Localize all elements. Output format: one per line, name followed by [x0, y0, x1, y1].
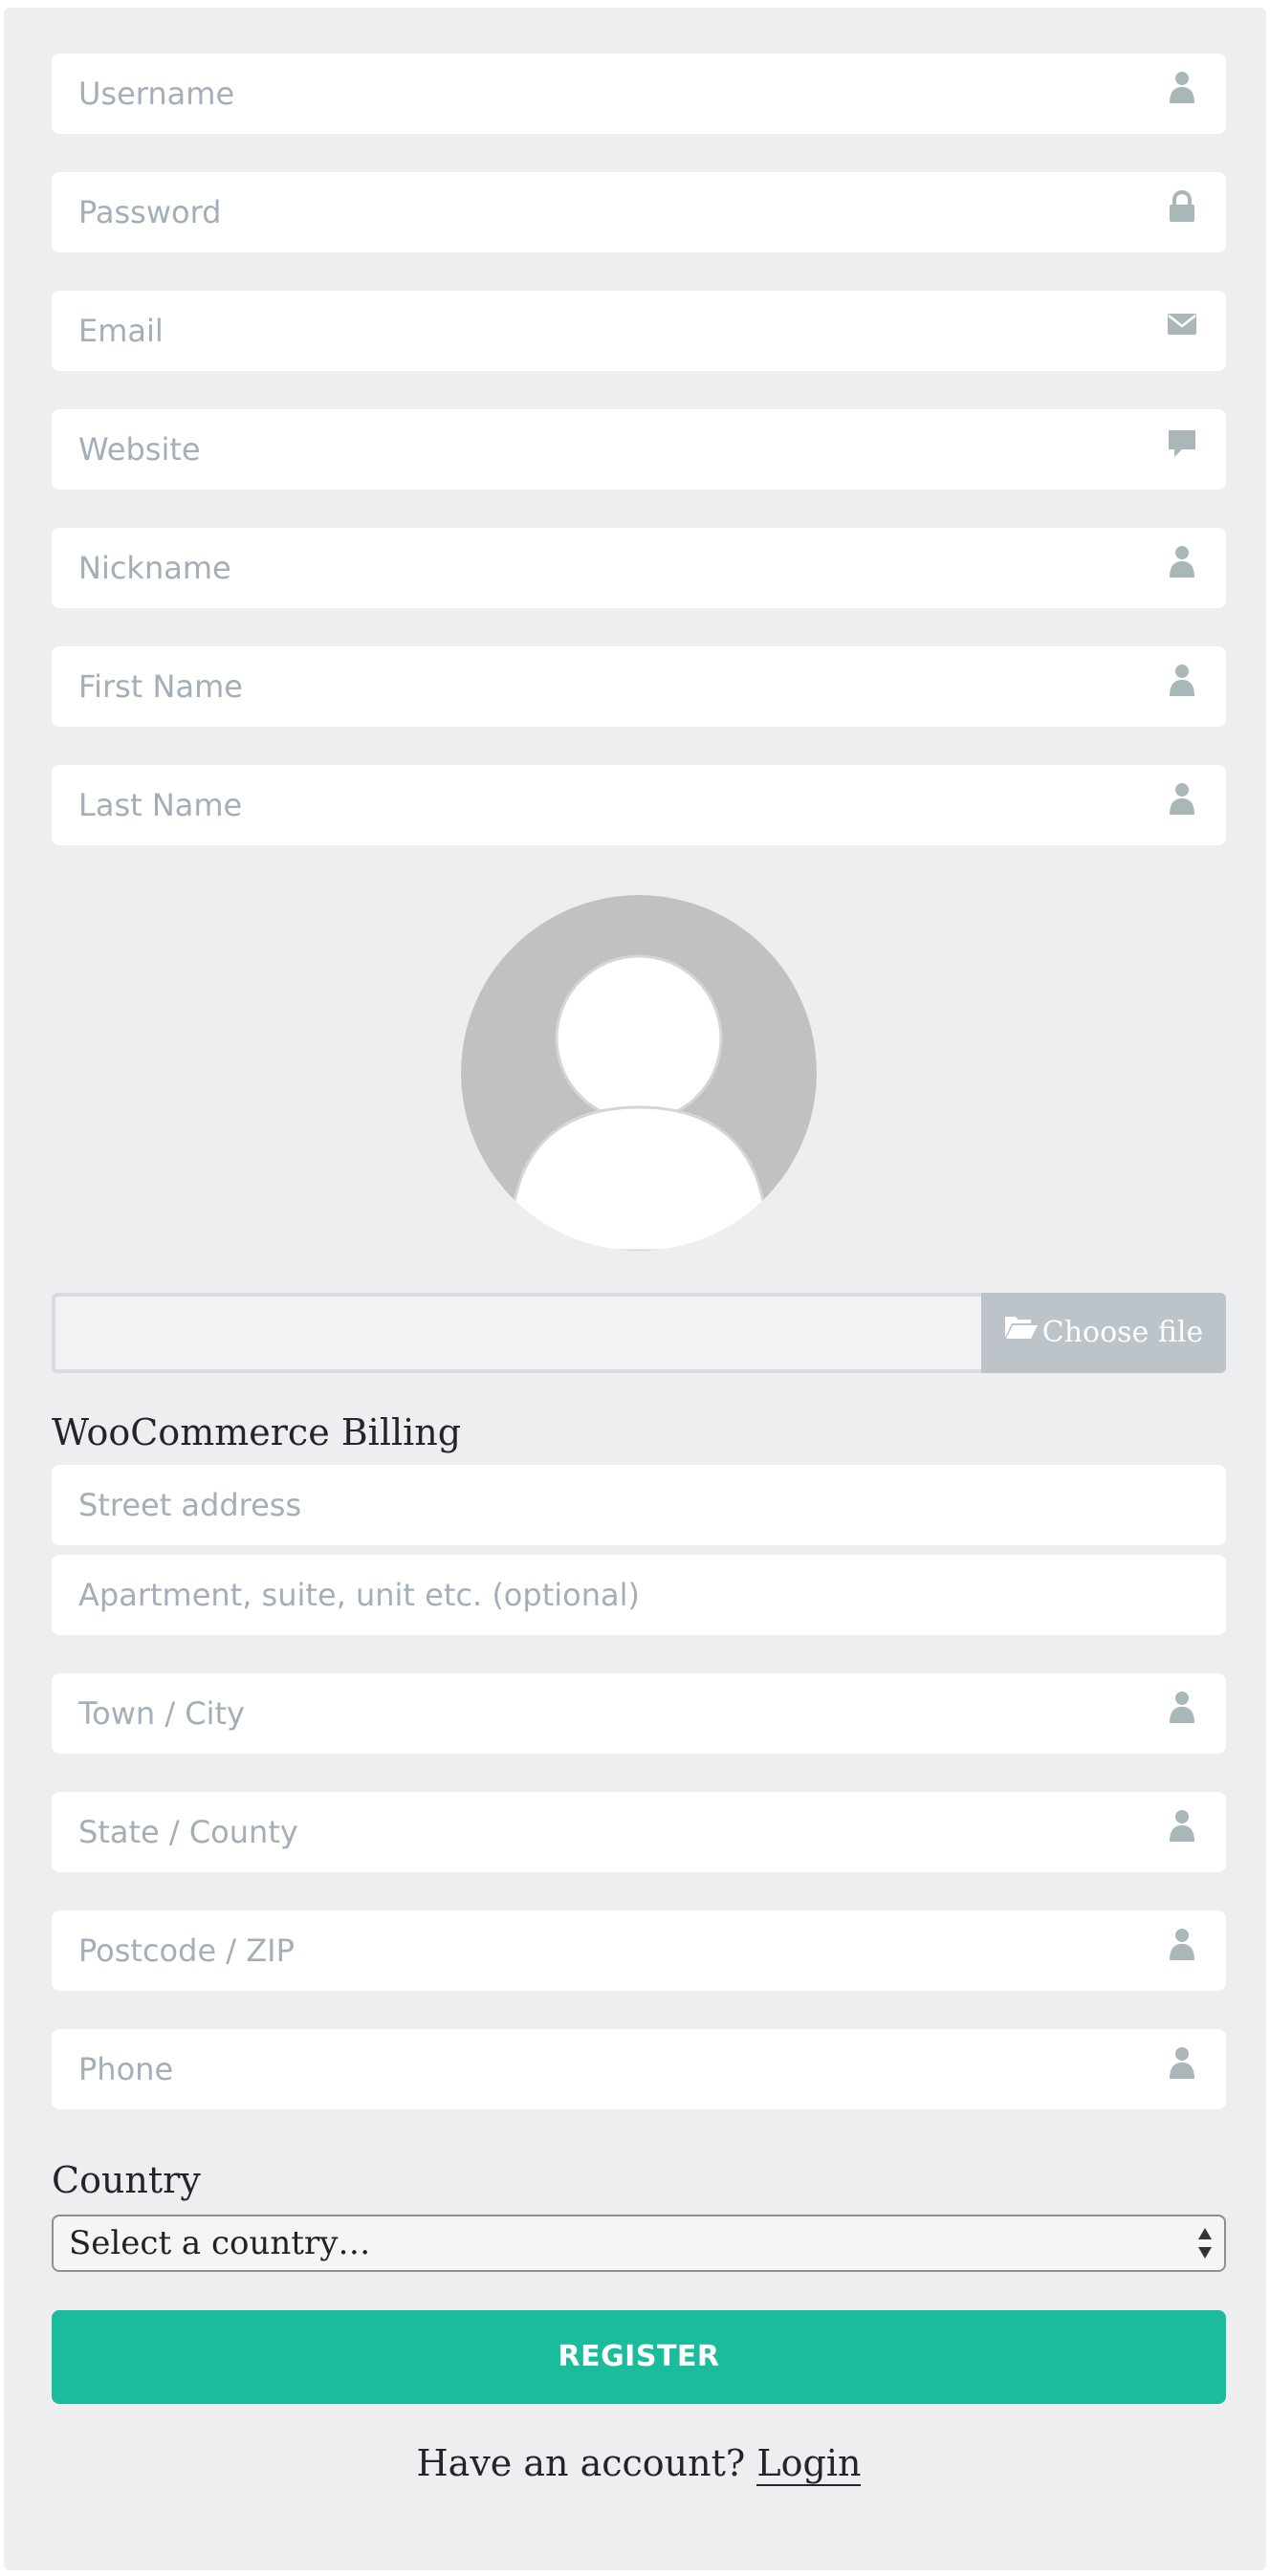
password-placeholder: Password: [78, 194, 222, 230]
nickname-field[interactable]: Nickname: [52, 528, 1226, 608]
user-icon: [1167, 71, 1197, 105]
username-placeholder: Username: [78, 76, 235, 112]
phone-placeholder: Phone: [78, 2051, 174, 2087]
town-city-placeholder: Town / City: [78, 1695, 245, 1732]
state-county-placeholder: State / County: [78, 1814, 298, 1850]
phone-field[interactable]: Phone: [52, 2029, 1226, 2109]
user-icon: [1167, 1928, 1197, 1962]
billing-section-title: WooCommerce Billing: [52, 1411, 462, 1453]
login-link[interactable]: Login: [756, 2442, 862, 2486]
postcode-field[interactable]: Postcode / ZIP: [52, 1910, 1226, 1991]
choose-file-button[interactable]: Choose file: [981, 1293, 1226, 1373]
username-field[interactable]: Username: [52, 54, 1226, 134]
country-select-value: Select a country…: [69, 2224, 371, 2262]
website-placeholder: Website: [78, 431, 201, 468]
login-prompt-text: Have an account?: [416, 2442, 746, 2484]
avatar: [461, 895, 817, 1251]
user-icon: [1167, 1691, 1197, 1725]
town-city-field[interactable]: Town / City: [52, 1673, 1226, 1754]
comment-icon: [1167, 426, 1197, 461]
user-icon: [1167, 664, 1197, 698]
email-field[interactable]: Email: [52, 291, 1226, 371]
user-icon: [1167, 545, 1197, 579]
country-select[interactable]: Select a country…: [52, 2215, 1226, 2272]
last-name-placeholder: Last Name: [78, 787, 243, 823]
login-prompt: Have an account? Login: [4, 2442, 1270, 2486]
first-name-field[interactable]: First Name: [52, 646, 1226, 727]
street-address-field[interactable]: Street address: [52, 1465, 1226, 1545]
user-icon: [1167, 2046, 1197, 2081]
user-icon: [1167, 1809, 1197, 1844]
choose-file-label: Choose file: [1041, 1316, 1204, 1349]
folder-open-icon: [1004, 1291, 1039, 1371]
lock-icon: [1167, 189, 1197, 224]
website-field[interactable]: Website: [52, 409, 1226, 490]
registration-form-panel: Username Password Email Website Nickname…: [4, 8, 1266, 2570]
apartment-placeholder: Apartment, suite, unit etc. (optional): [78, 1577, 640, 1613]
first-name-placeholder: First Name: [78, 668, 243, 705]
nickname-placeholder: Nickname: [78, 550, 231, 586]
country-label: Country: [52, 2159, 201, 2201]
email-placeholder: Email: [78, 313, 164, 349]
avatar-file-chooser: Choose file: [52, 1293, 1226, 1373]
apartment-field[interactable]: Apartment, suite, unit etc. (optional): [52, 1555, 1226, 1635]
state-county-field[interactable]: State / County: [52, 1792, 1226, 1872]
user-icon: [1167, 782, 1197, 817]
file-path-input[interactable]: [52, 1293, 981, 1373]
password-field[interactable]: Password: [52, 172, 1226, 252]
envelope-icon: [1167, 308, 1197, 342]
last-name-field[interactable]: Last Name: [52, 765, 1226, 845]
register-button[interactable]: REGISTER: [52, 2310, 1226, 2404]
select-arrows-icon: [1195, 2224, 1215, 2267]
postcode-placeholder: Postcode / ZIP: [78, 1932, 295, 1969]
street-address-placeholder: Street address: [78, 1487, 302, 1523]
